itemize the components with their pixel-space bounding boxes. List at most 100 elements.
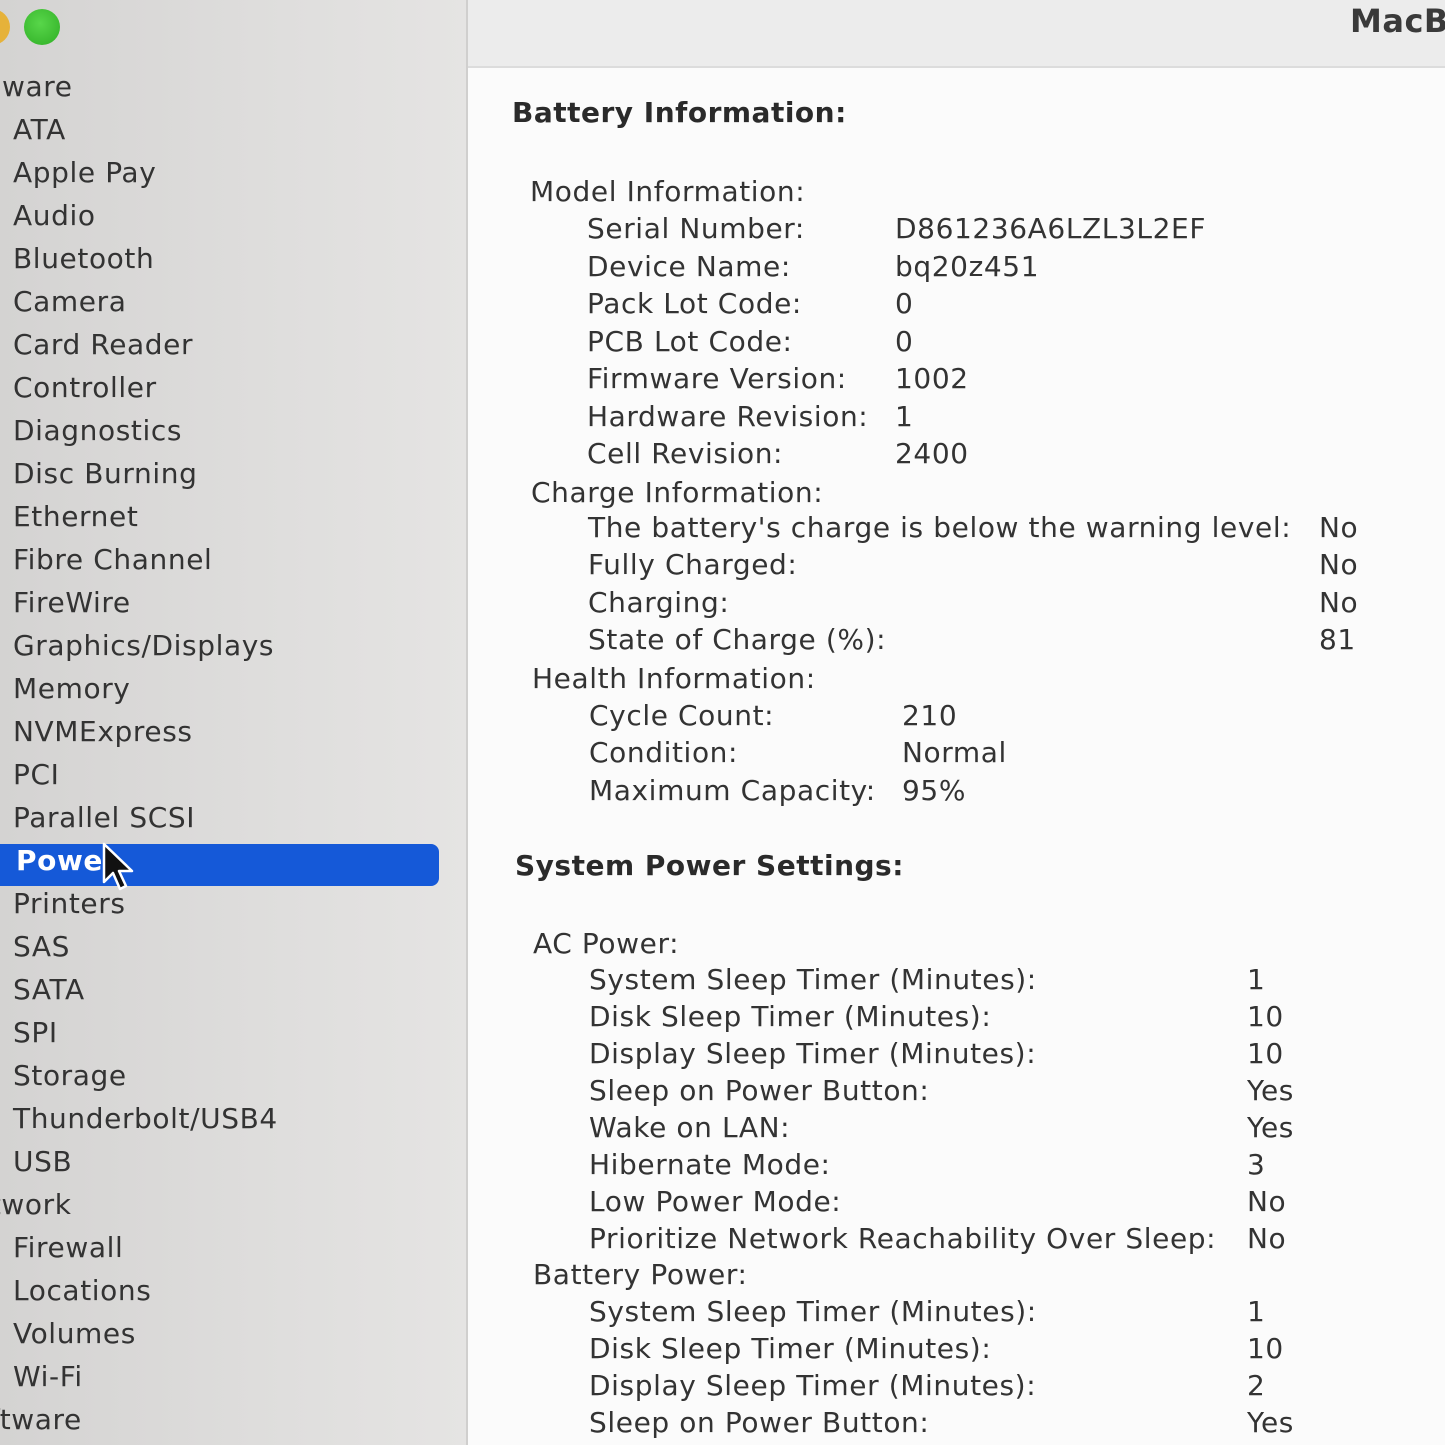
sidebar-item[interactable]: Parallel SCSI: [0, 796, 466, 839]
sidebar-item[interactable]: Camera: [0, 280, 466, 323]
sidebar-item[interactable]: Storage: [0, 1054, 466, 1097]
sidebar-item-label: Thunderbolt/USB4: [13, 1102, 278, 1135]
sidebar-item[interactable]: Audio: [0, 194, 466, 237]
sidebar-item[interactable]: Firewall: [0, 1226, 466, 1269]
sidebar-item-label: Parallel SCSI: [13, 801, 196, 834]
sidebar-item[interactable]: Diagnostics: [0, 409, 466, 452]
sidebar-item[interactable]: PCI: [0, 753, 466, 796]
info-row-value: 0: [895, 287, 914, 320]
sidebar-item-selected[interactable]: Power: [0, 839, 466, 882]
info-row-label: Charging:: [588, 585, 730, 619]
info-row-label: Cycle Count:: [589, 699, 775, 732]
sidebar-section[interactable]: etwork: [0, 1183, 466, 1226]
sidebar-item[interactable]: Graphics/Displays: [0, 624, 466, 667]
zoom-window-button[interactable]: [24, 9, 60, 45]
sidebar-section[interactable]: rdware: [0, 65, 466, 108]
info-row-value: 1: [1247, 963, 1266, 996]
battery-power-group: Battery Power:: [533, 1258, 748, 1291]
sidebar-item-label: Volumes: [13, 1317, 136, 1350]
info-row-label: State of Charge (%):: [588, 622, 887, 656]
info-row-value: No: [1247, 1185, 1287, 1218]
sidebar-item-label: rdware: [0, 70, 73, 103]
info-row-label: Disk Sleep Timer (Minutes):: [589, 1000, 992, 1033]
sidebar-item-label: ATA: [13, 113, 66, 146]
sidebar-item-label: Ethernet: [13, 500, 139, 533]
info-row-value: 2: [1247, 1369, 1266, 1402]
sidebar-item[interactable]: Fibre Channel: [0, 538, 466, 581]
info-row-value: Yes: [1247, 1111, 1294, 1144]
info-row-label: Disk Sleep Timer (Minutes):: [589, 1332, 992, 1365]
info-row-label: Display Sleep Timer (Minutes):: [589, 1369, 1037, 1402]
info-row-value: 10: [1247, 1332, 1284, 1365]
info-row-label: Display Sleep Timer (Minutes):: [589, 1037, 1037, 1070]
sidebar-item-label: Fibre Channel: [13, 543, 213, 576]
info-row-label: Sleep on Power Button:: [589, 1406, 930, 1439]
info-row-value: 1002: [895, 362, 969, 395]
sidebar-item[interactable]: SPI: [0, 1011, 466, 1054]
sidebar-item-label: Graphics/Displays: [13, 629, 275, 662]
sidebar-item-label: SPI: [13, 1016, 58, 1049]
info-row-label: System Sleep Timer (Minutes):: [589, 1295, 1037, 1328]
sidebar-item-label: Storage: [13, 1059, 127, 1092]
sidebar-item-label: Diagnostics: [13, 414, 183, 447]
sidebar-item[interactable]: FireWire: [0, 581, 466, 624]
info-row-value: 95%: [902, 773, 967, 807]
sidebar-item[interactable]: Printers: [0, 882, 466, 925]
info-row-value: No: [1247, 1222, 1287, 1255]
sidebar-item-label: USB: [13, 1145, 73, 1178]
info-row-value: D861236A6LZL3L2EF: [895, 212, 1207, 245]
title-bar: MacB: [468, 0, 1445, 68]
ac-power-group: AC Power:: [533, 927, 680, 960]
sidebar-item-label: Locations: [13, 1274, 152, 1307]
info-row-label: Condition:: [589, 736, 739, 770]
info-row-value: Yes: [1247, 1406, 1294, 1439]
info-row-value: 210: [902, 699, 958, 732]
sidebar-item-label: FireWire: [13, 586, 131, 619]
sidebar-item[interactable]: ATA: [0, 108, 466, 151]
info-row-value: Normal: [902, 736, 1007, 770]
sidebar: rdware ATA Apple Pay Audio Bluetooth Camera Ca…: [0, 0, 468, 1445]
sidebar-item-label: SATA: [13, 973, 85, 1006]
sidebar-item[interactable]: Locations: [0, 1269, 466, 1312]
info-row-label: Pack Lot Code:: [587, 287, 802, 320]
sidebar-item-label: Controller: [13, 371, 157, 404]
info-row-label: Firmware Version:: [587, 362, 847, 395]
sidebar-item[interactable]: SAS: [0, 925, 466, 968]
info-row-label: The battery's charge is below the warnin…: [588, 511, 1292, 544]
info-row-value: 0: [895, 324, 914, 358]
sidebar-section[interactable]: oftware: [0, 1398, 466, 1441]
sidebar-item-label: Card Reader: [13, 328, 194, 361]
minimize-window-button[interactable]: [0, 9, 10, 45]
sidebar-item[interactable]: Ethernet: [0, 495, 466, 538]
sidebar-item[interactable]: Thunderbolt/USB4: [0, 1097, 466, 1140]
sidebar-item-label: Bluetooth: [13, 242, 155, 275]
sidebar-item-label: NVMExpress: [13, 715, 193, 748]
arrow-cursor-icon: [102, 842, 134, 891]
info-row-label: Hibernate Mode:: [589, 1148, 831, 1181]
sidebar-item[interactable]: Wi-Fi: [0, 1355, 466, 1398]
sidebar-item[interactable]: NVMExpress: [0, 710, 466, 753]
sidebar-item-label: Audio: [13, 199, 96, 232]
sidebar-item[interactable]: Volumes: [0, 1312, 466, 1355]
info-row-value: bq20z451: [895, 249, 1040, 283]
sidebar-item[interactable]: Card Reader: [0, 323, 466, 366]
info-row-label: Cell Revision:: [587, 437, 784, 470]
sidebar-item[interactable]: Apple Pay: [0, 151, 466, 194]
charge-information-group: Charge Information:: [531, 476, 824, 509]
model-information-group: Model Information:: [530, 175, 806, 208]
sidebar-item[interactable]: Controller: [0, 366, 466, 409]
sidebar-item[interactable]: SATA: [0, 968, 466, 1011]
sidebar-item[interactable]: Memory: [0, 667, 466, 710]
sidebar-item[interactable]: USB: [0, 1140, 466, 1183]
info-row-label: Wake on LAN:: [589, 1111, 791, 1144]
info-row-label: Serial Number:: [587, 212, 805, 245]
sidebar-item-label: PCI: [13, 758, 60, 791]
sidebar-item-label: Disc Burning: [13, 457, 198, 490]
info-row-value: 10: [1247, 1037, 1284, 1070]
sidebar-item-label: Camera: [13, 285, 127, 318]
info-row-label: System Sleep Timer (Minutes):: [589, 963, 1037, 996]
sidebar-item[interactable]: Bluetooth: [0, 237, 466, 280]
sidebar-item[interactable]: Disc Burning: [0, 452, 466, 495]
info-row-label: Fully Charged:: [588, 548, 798, 582]
system-power-settings-heading: System Power Settings:: [515, 849, 904, 882]
